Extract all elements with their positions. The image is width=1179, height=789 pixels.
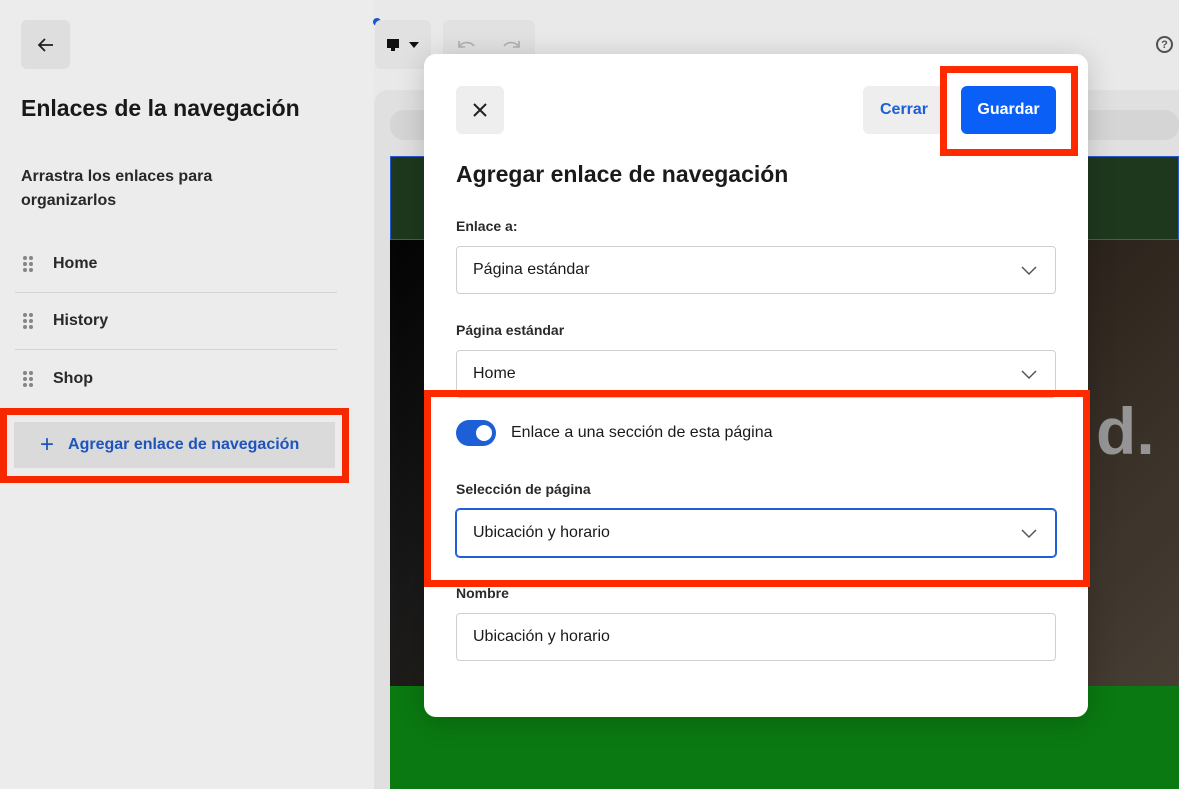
chevron-down-icon xyxy=(1021,266,1037,276)
save-button[interactable]: Guardar xyxy=(961,86,1056,134)
name-input[interactable] xyxy=(456,613,1056,661)
close-icon xyxy=(473,103,487,117)
chevron-down-icon xyxy=(1021,529,1037,539)
toggle-knob xyxy=(476,425,492,441)
standard-page-label: Página estándar xyxy=(456,322,565,338)
page-selection-value: Ubicación y horario xyxy=(473,524,610,541)
link-to-value: Página estándar xyxy=(473,261,590,278)
page-selection-select[interactable]: Ubicación y horario xyxy=(456,509,1056,557)
close-dialog-button[interactable] xyxy=(456,86,504,134)
page-selection-label: Selección de página xyxy=(456,481,591,497)
standard-page-select[interactable]: Home xyxy=(456,350,1056,398)
link-to-label: Enlace a: xyxy=(456,218,518,234)
section-link-toggle[interactable] xyxy=(456,420,496,446)
dialog-title: Agregar enlace de navegación xyxy=(456,161,789,187)
link-to-select[interactable]: Página estándar xyxy=(456,246,1056,294)
name-label: Nombre xyxy=(456,585,509,601)
add-nav-link-dialog: Cerrar Guardar Agregar enlace de navegac… xyxy=(424,54,1088,717)
section-link-label: Enlace a una sección de esta página xyxy=(511,424,773,441)
chevron-down-icon xyxy=(1021,370,1037,380)
standard-page-value: Home xyxy=(473,365,516,382)
cancel-button[interactable]: Cerrar xyxy=(863,86,945,134)
